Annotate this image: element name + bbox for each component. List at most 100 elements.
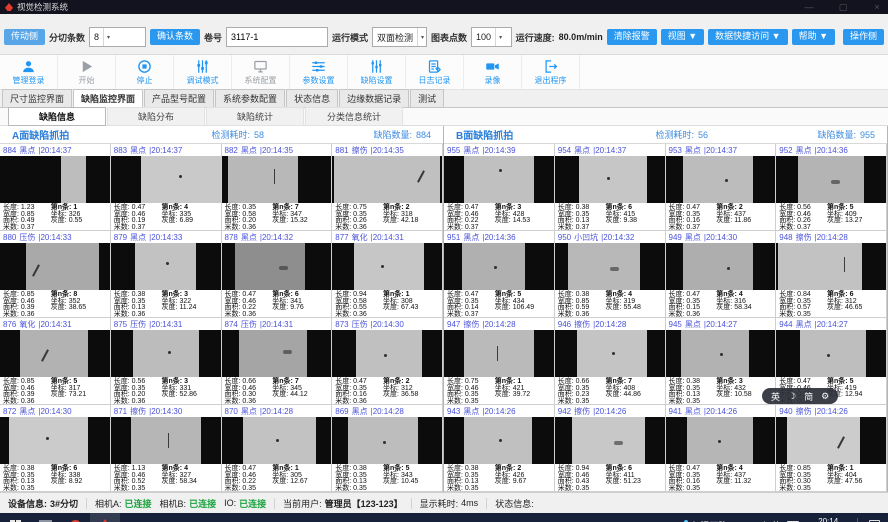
defect-image[interactable] [776,417,886,464]
strip-count-select[interactable]: 8 ▾ [89,27,146,47]
defect-cell[interactable]: 952 黑点 |20:14:36 长度: 0.56 宽度: 0.46 面积: 0… [776,144,887,231]
defect-cell[interactable]: 881 擦伤 |20:14:35 长度: 0.75 宽度: 0.35 面积: 0… [332,144,443,231]
toolbar-button-bars[interactable]: 缺陷设置 [348,55,406,89]
defect-image[interactable] [555,156,665,203]
run-mode-select[interactable]: 双面检测 ▾ [372,27,427,47]
roll-number-input[interactable] [226,27,328,47]
defect-cell[interactable]: 882 黑点 |20:14:35 长度: 0.35 宽度: 0.58 面积: 0… [222,144,333,231]
toolbar-button-stop[interactable]: 停止 [116,55,174,89]
toolbar-button-log[interactable]: 日志记录 [406,55,464,89]
taskbar-app-secondary[interactable] [60,513,90,522]
defect-cell[interactable]: 870 黑点 |20:14:28 长度: 0.47 宽度: 0.46 面积: 0… [222,405,333,492]
toolbar-button-tune[interactable]: 调试模式 [174,55,232,89]
minimize-button[interactable]: — [802,2,816,13]
defect-cell[interactable]: 871 擦伤 |20:14:30 长度: 1.13 宽度: 0.46 面积: 0… [111,405,222,492]
main-tab-7[interactable]: 测试 [410,89,444,107]
main-tab-2[interactable]: 缺陷监控界面 [73,89,143,108]
defect-image[interactable] [222,417,332,464]
defect-cell[interactable]: 953 黑点 |20:14:37 长度: 0.47 宽度: 0.35 面积: 0… [666,144,777,231]
toolbar-button-exit[interactable]: 退出程序 [522,55,580,89]
help-menu-button[interactable]: 帮助 ▼ [792,29,835,45]
defect-cell[interactable]: 876 氧化 |20:14:31 长度: 0.85 宽度: 0.46 面积: 0… [0,318,111,405]
defect-cell[interactable]: 940 擦伤 |20:14:26 长度: 0.85 宽度: 0.35 面积: 0… [776,405,887,492]
defect-cell[interactable]: 884 黑点 |20:14:37 长度: 1.23 宽度: 0.85 面积: 0… [0,144,111,231]
defect-image[interactable] [222,243,332,290]
defect-image[interactable] [555,243,665,290]
defect-image[interactable] [222,330,332,377]
defect-image[interactable] [776,330,886,377]
main-tab-1[interactable]: 尺寸监控界面 [2,89,72,107]
defect-image[interactable] [444,417,554,464]
drive-side-button[interactable]: 传动侧 [4,29,45,45]
toolbar-button-monitor[interactable]: 系统配置 [232,55,290,89]
defect-cell[interactable]: 955 黑点 |20:14:39 长度: 0.47 宽度: 0.46 面积: 0… [444,144,555,231]
defect-cell[interactable]: 947 擦伤 |20:14:28 长度: 0.75 宽度: 0.46 面积: 0… [444,318,555,405]
maximize-button[interactable]: ▢ [836,2,850,13]
defect-image[interactable] [776,243,886,290]
defect-image[interactable] [332,243,442,290]
taskbar-app-inspection[interactable] [90,513,120,522]
ime-simplified-toggle[interactable]: 简 [804,390,813,403]
ime-english-toggle[interactable]: 英 [771,390,780,403]
main-tab-6[interactable]: 边缘数据记录 [339,89,409,107]
data-access-menu-button[interactable]: 数据快捷访问 ▼ [708,29,787,45]
toolbar-button-sliders[interactable]: 参数设置 [290,55,348,89]
defect-cell[interactable]: 869 黑点 |20:14:28 长度: 0.38 宽度: 0.35 面积: 0… [332,405,443,492]
defect-image[interactable] [444,243,554,290]
defect-cell[interactable]: 951 黑点 |20:14:36 长度: 0.47 宽度: 0.35 面积: 0… [444,231,555,318]
defect-image[interactable] [0,156,110,203]
defect-image[interactable] [332,156,442,203]
ime-settings-gear-icon[interactable]: ⚙ [821,391,829,402]
chart-points-select[interactable]: 100 ▾ [471,27,512,47]
clear-alarm-button[interactable]: 清除报警 [607,29,657,45]
defect-cell[interactable]: 946 擦伤 |20:14:28 长度: 0.66 宽度: 0.35 面积: 0… [555,318,666,405]
main-tab-5[interactable]: 状态信息 [286,89,338,107]
taskbar-app-explorer[interactable] [30,513,60,522]
defect-image[interactable] [555,330,665,377]
defect-cell[interactable]: 874 压伤 |20:14:31 长度: 0.66 宽度: 0.46 面积: 0… [222,318,333,405]
sub-tab-1[interactable]: 缺陷信息 [8,107,106,126]
defect-image[interactable] [666,156,776,203]
defect-cell[interactable]: 941 黑点 |20:14:26 长度: 0.47 宽度: 0.35 面积: 0… [666,405,777,492]
defect-cell[interactable]: 872 黑点 |20:14:30 长度: 0.38 宽度: 0.35 面积: 0… [0,405,111,492]
defect-image[interactable] [0,330,110,377]
defect-image[interactable] [111,330,221,377]
defect-image[interactable] [444,156,554,203]
confirm-count-button[interactable]: 确认条数 [150,29,200,45]
defect-image[interactable] [444,330,554,377]
main-tab-3[interactable]: 产品型号配置 [144,89,214,107]
defect-image[interactable] [332,330,442,377]
defect-cell[interactable]: 948 擦伤 |20:14:28 长度: 0.84 宽度: 0.35 面积: 0… [776,231,887,318]
defect-cell[interactable]: 943 黑点 |20:14:26 长度: 0.38 宽度: 0.35 面积: 0… [444,405,555,492]
defect-cell[interactable]: 875 压伤 |20:14:31 长度: 0.56 宽度: 0.35 面积: 0… [111,318,222,405]
taskbar-clock[interactable]: 20:14 2025/2/10 [806,517,850,522]
defect-image[interactable] [222,156,332,203]
defect-cell[interactable]: 883 黑点 |20:14:37 长度: 0.47 宽度: 0.46 面积: 0… [111,144,222,231]
defect-cell[interactable]: 942 擦伤 |20:14:26 长度: 0.94 宽度: 0.46 面积: 0… [555,405,666,492]
defect-image[interactable] [0,417,110,464]
main-tab-4[interactable]: 系统参数配置 [215,89,285,107]
close-button[interactable]: × [870,2,884,13]
toolbar-button-camera[interactable]: 录像 [464,55,522,89]
defect-cell[interactable]: 945 黑点 |20:14:27 长度: 0.38 宽度: 0.35 面积: 0… [666,318,777,405]
defect-cell[interactable]: 880 压伤 |20:14:33 长度: 0.85 宽度: 0.46 面积: 0… [0,231,111,318]
defect-cell[interactable]: 878 黑点 |20:14:32 长度: 0.47 宽度: 0.46 面积: 0… [222,231,333,318]
view-menu-button[interactable]: 视图 ▼ [661,29,704,45]
defect-image[interactable] [666,417,776,464]
defect-cell[interactable]: 949 黑点 |20:14:30 长度: 0.47 宽度: 0.35 面积: 0… [666,231,777,318]
defect-image[interactable] [666,243,776,290]
defect-image[interactable] [776,156,886,203]
defect-image[interactable] [111,243,221,290]
panel-title[interactable]: B面缺陷抓拍 [456,127,513,142]
start-button[interactable] [0,513,30,522]
toolbar-button-play[interactable]: 开始 [58,55,116,89]
defect-image[interactable] [332,417,442,464]
weather-widget[interactable]: 气温下降 [678,513,734,522]
operate-side-button[interactable]: 操作侧 [843,29,884,45]
defect-cell[interactable]: 877 氧化 |20:14:31 长度: 0.94 宽度: 0.58 面积: 0… [332,231,443,318]
defect-image[interactable] [666,330,776,377]
sub-tab-3[interactable]: 缺陷统计 [206,107,304,126]
defect-image[interactable] [555,417,665,464]
sub-tab-4[interactable]: 分类信息统计 [305,107,403,126]
defect-cell[interactable]: 879 黑点 |20:14:33 长度: 0.38 宽度: 0.35 面积: 0… [111,231,222,318]
